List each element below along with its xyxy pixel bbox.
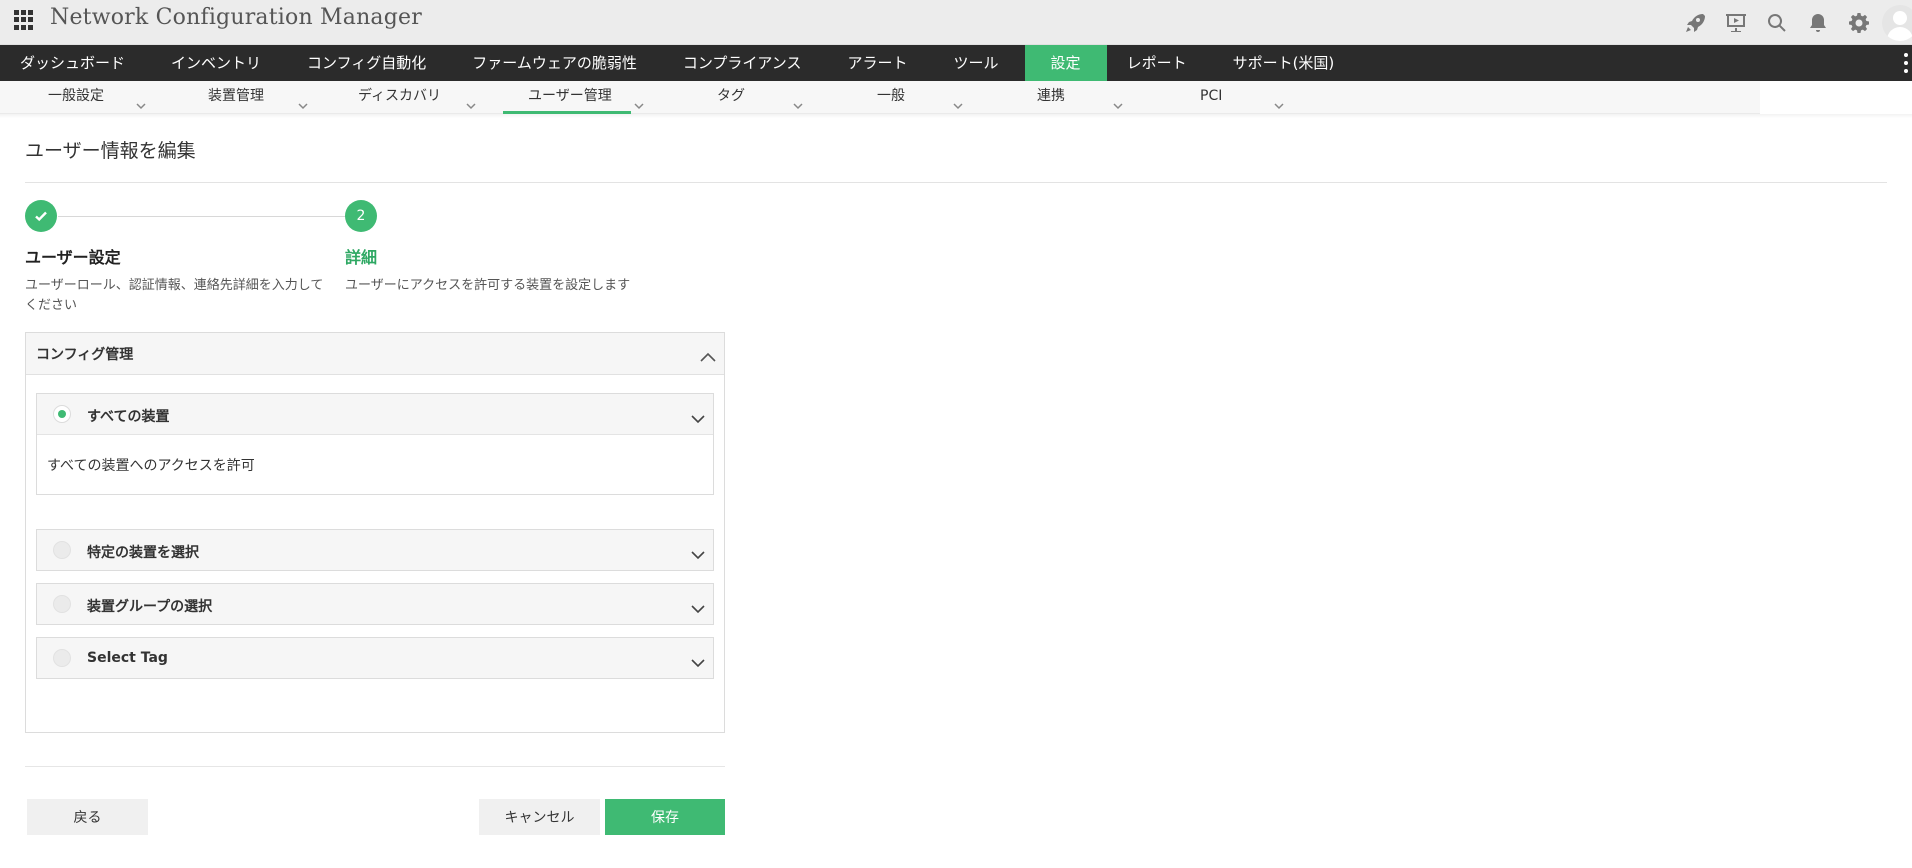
radio-device-groups[interactable] <box>53 595 71 613</box>
app-grid-icon[interactable] <box>14 10 34 30</box>
step-1-title: ユーザー設定 <box>25 248 121 267</box>
subnav-label: 一般設定 <box>48 88 104 104</box>
step-2-number: 2 <box>345 200 377 232</box>
nav-item-config-automation[interactable]: コンフィグ自動化 <box>287 45 452 81</box>
option-specific-devices: 特定の装置を選択 <box>36 529 714 571</box>
chevron-down-icon[interactable] <box>691 409 705 428</box>
nav-item-reports[interactable]: レポート <box>1107 45 1213 81</box>
option-select-tag: Select Tag <box>36 637 714 679</box>
subnav-general-settings[interactable]: 一般設定 <box>48 81 153 114</box>
subnav-user-management[interactable]: ユーザー管理 <box>503 81 644 114</box>
rocket-icon[interactable] <box>1677 5 1713 41</box>
chevron-down-icon[interactable] <box>691 599 705 618</box>
chevron-down-icon <box>953 91 963 110</box>
nav-item-tools[interactable]: ツール <box>934 45 1025 81</box>
subnav-label: 連携 <box>1037 88 1065 104</box>
avatar[interactable] <box>1882 4 1912 41</box>
option-device-groups: 装置グループの選択 <box>36 583 714 625</box>
chevron-down-icon <box>1274 91 1284 110</box>
subnav-label: タグ <box>717 88 745 104</box>
option-label: Select Tag <box>87 650 168 666</box>
subnav-label: PCI <box>1200 88 1223 104</box>
option-label: 特定の装置を選択 <box>87 545 199 561</box>
nav-item-support[interactable]: サポート(米国) <box>1213 45 1361 81</box>
step-connector <box>58 216 348 217</box>
option-description: すべての装置へのアクセスを許可 <box>47 458 255 474</box>
nav-item-inventory[interactable]: インベントリ <box>151 45 287 81</box>
main-nav: ダッシュボード インベントリ コンフィグ自動化 ファームウェアの脆弱性 コンプラ… <box>0 45 1912 81</box>
radio-select-tag[interactable] <box>53 649 71 667</box>
option-all-devices: すべての装置 すべての装置へのアクセスを許可 <box>36 393 714 495</box>
nav-item-compliance[interactable]: コンプライアンス <box>663 45 828 81</box>
radio-specific-devices[interactable] <box>53 541 71 559</box>
sub-nav: 一般設定 装置管理 ディスカバリ ユーザー管理 タグ 一般 連携 PCI <box>0 81 1760 114</box>
option-header[interactable]: すべての装置 <box>37 394 713 434</box>
chevron-down-icon[interactable] <box>691 653 705 672</box>
nav-item-dashboard[interactable]: ダッシュボード <box>0 45 151 81</box>
option-label: すべての装置 <box>87 409 170 425</box>
nav-item-settings[interactable]: 設定 <box>1024 45 1107 81</box>
save-button[interactable]: 保存 <box>605 799 725 835</box>
subnav-discovery[interactable]: ディスカバリ <box>358 81 478 114</box>
option-label: 装置グループの選択 <box>87 599 213 615</box>
panel-title: コンフィグ管理 <box>36 347 134 363</box>
back-button[interactable]: 戻る <box>27 799 148 835</box>
chevron-down-icon <box>298 91 308 110</box>
subnav-pci[interactable]: PCI <box>1200 81 1290 114</box>
subnav-label: 一般 <box>877 88 905 104</box>
option-body: すべての装置へのアクセスを許可 <box>37 434 713 494</box>
more-menu-icon[interactable] <box>1902 53 1910 73</box>
gear-icon[interactable] <box>1841 5 1877 41</box>
step-1-description: ユーザーロール、認証情報、連絡先詳細を入力してください <box>25 278 324 313</box>
step-1-complete-check-icon <box>25 200 57 232</box>
nav-item-alerts[interactable]: アラート <box>828 45 934 81</box>
step-2-description: ユーザーにアクセスを許可する装置を設定します <box>345 278 631 293</box>
option-header[interactable]: 特定の装置を選択 <box>37 530 713 570</box>
subnav-tags[interactable]: タグ <box>717 81 807 114</box>
chevron-down-icon <box>793 91 803 110</box>
nav-item-firmware-vulnerability[interactable]: ファームウェアの脆弱性 <box>452 45 663 81</box>
subnav-label: ユーザー管理 <box>528 88 612 104</box>
option-header[interactable]: 装置グループの選択 <box>37 584 713 624</box>
step-2-title: 詳細 <box>345 248 378 267</box>
chevron-down-icon[interactable] <box>691 545 705 564</box>
option-header[interactable]: Select Tag <box>37 638 713 678</box>
chevron-down-icon <box>1113 91 1123 110</box>
subnav-device-management[interactable]: 装置管理 <box>208 81 313 114</box>
page-title: ユーザー情報を編集 <box>25 140 196 162</box>
chevron-up-icon[interactable] <box>700 347 716 366</box>
cancel-button[interactable]: キャンセル <box>479 799 600 835</box>
subnav-label: 装置管理 <box>208 88 264 104</box>
app-title: Network Configuration Manager <box>50 5 422 30</box>
subnav-label: ディスカバリ <box>358 88 442 104</box>
bell-icon[interactable] <box>1800 5 1836 41</box>
subnav-shadow <box>0 114 1912 118</box>
footer-divider <box>25 766 725 767</box>
subnav-integration[interactable]: 連携 <box>1037 81 1127 114</box>
top-icons <box>1672 0 1912 45</box>
presentation-icon[interactable] <box>1718 5 1754 41</box>
top-bar: Network Configuration Manager <box>0 0 1912 45</box>
chevron-down-icon <box>136 91 146 110</box>
subnav-general[interactable]: 一般 <box>877 81 967 114</box>
config-management-panel: コンフィグ管理 すべての装置 すべての装置へのアクセスを許可 特定の装置を選択 … <box>25 332 725 733</box>
chevron-down-icon <box>466 91 476 110</box>
title-divider <box>25 182 1887 183</box>
radio-all-devices[interactable] <box>53 405 71 423</box>
search-icon[interactable] <box>1759 5 1795 41</box>
panel-header[interactable]: コンフィグ管理 <box>26 333 724 375</box>
chevron-down-icon <box>634 91 644 110</box>
